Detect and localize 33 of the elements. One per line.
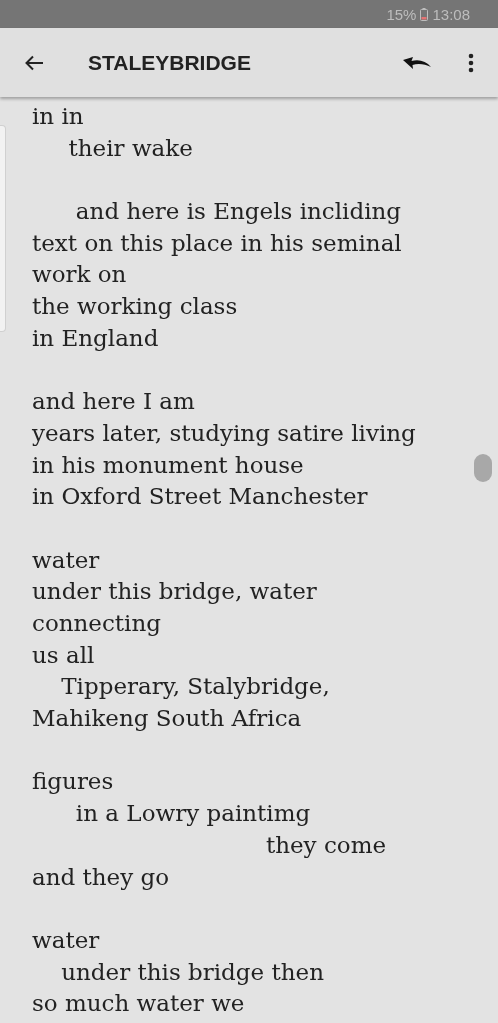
poem-line: us all	[32, 640, 95, 670]
poem-line: they come	[264, 830, 387, 860]
poem-line: Tipperary, Stalybridge,	[60, 672, 330, 702]
poem-line: their wake	[67, 133, 193, 163]
poem-line: so much water we	[32, 989, 245, 1019]
poem-line: work on	[32, 260, 127, 290]
poem-line: in a Lowry paintimg	[74, 799, 311, 829]
undo-icon[interactable]	[402, 54, 432, 71]
poem-line: water	[32, 545, 100, 575]
poem-line: in England	[32, 323, 159, 353]
clock: 13:08	[432, 5, 470, 23]
poem-line: figures	[32, 767, 114, 797]
poem-line: and here I am	[32, 387, 195, 417]
poem-line: under this bridge then	[60, 957, 324, 987]
poem-line: text on this place in his seminal	[32, 228, 402, 258]
poem-line: in his monument house	[32, 450, 304, 480]
poem-line: in in	[32, 102, 84, 131]
scrollbar-thumb[interactable]	[474, 454, 492, 482]
battery-icon	[420, 7, 429, 21]
drawer-handle[interactable]	[0, 125, 6, 332]
poem-line: years later, studying satire living	[32, 418, 416, 448]
poem-line: and here is Engels incliding	[74, 197, 402, 227]
poem-line: water	[32, 925, 100, 955]
poem-line: connecting	[32, 609, 161, 638]
more-options-icon[interactable]	[468, 52, 474, 73]
poem-line: the working class	[32, 292, 238, 322]
poem-line: and they go	[32, 862, 170, 892]
poem-line: in Oxford Street Manchester	[32, 482, 368, 512]
window-title: STALEYBRIDGE	[88, 50, 251, 75]
poem-line: Mahikeng South Africa	[32, 704, 302, 734]
battery-percentage: 15%	[386, 5, 417, 23]
back-icon[interactable]	[24, 54, 44, 71]
poem-line: under this bridge, water	[32, 577, 317, 607]
